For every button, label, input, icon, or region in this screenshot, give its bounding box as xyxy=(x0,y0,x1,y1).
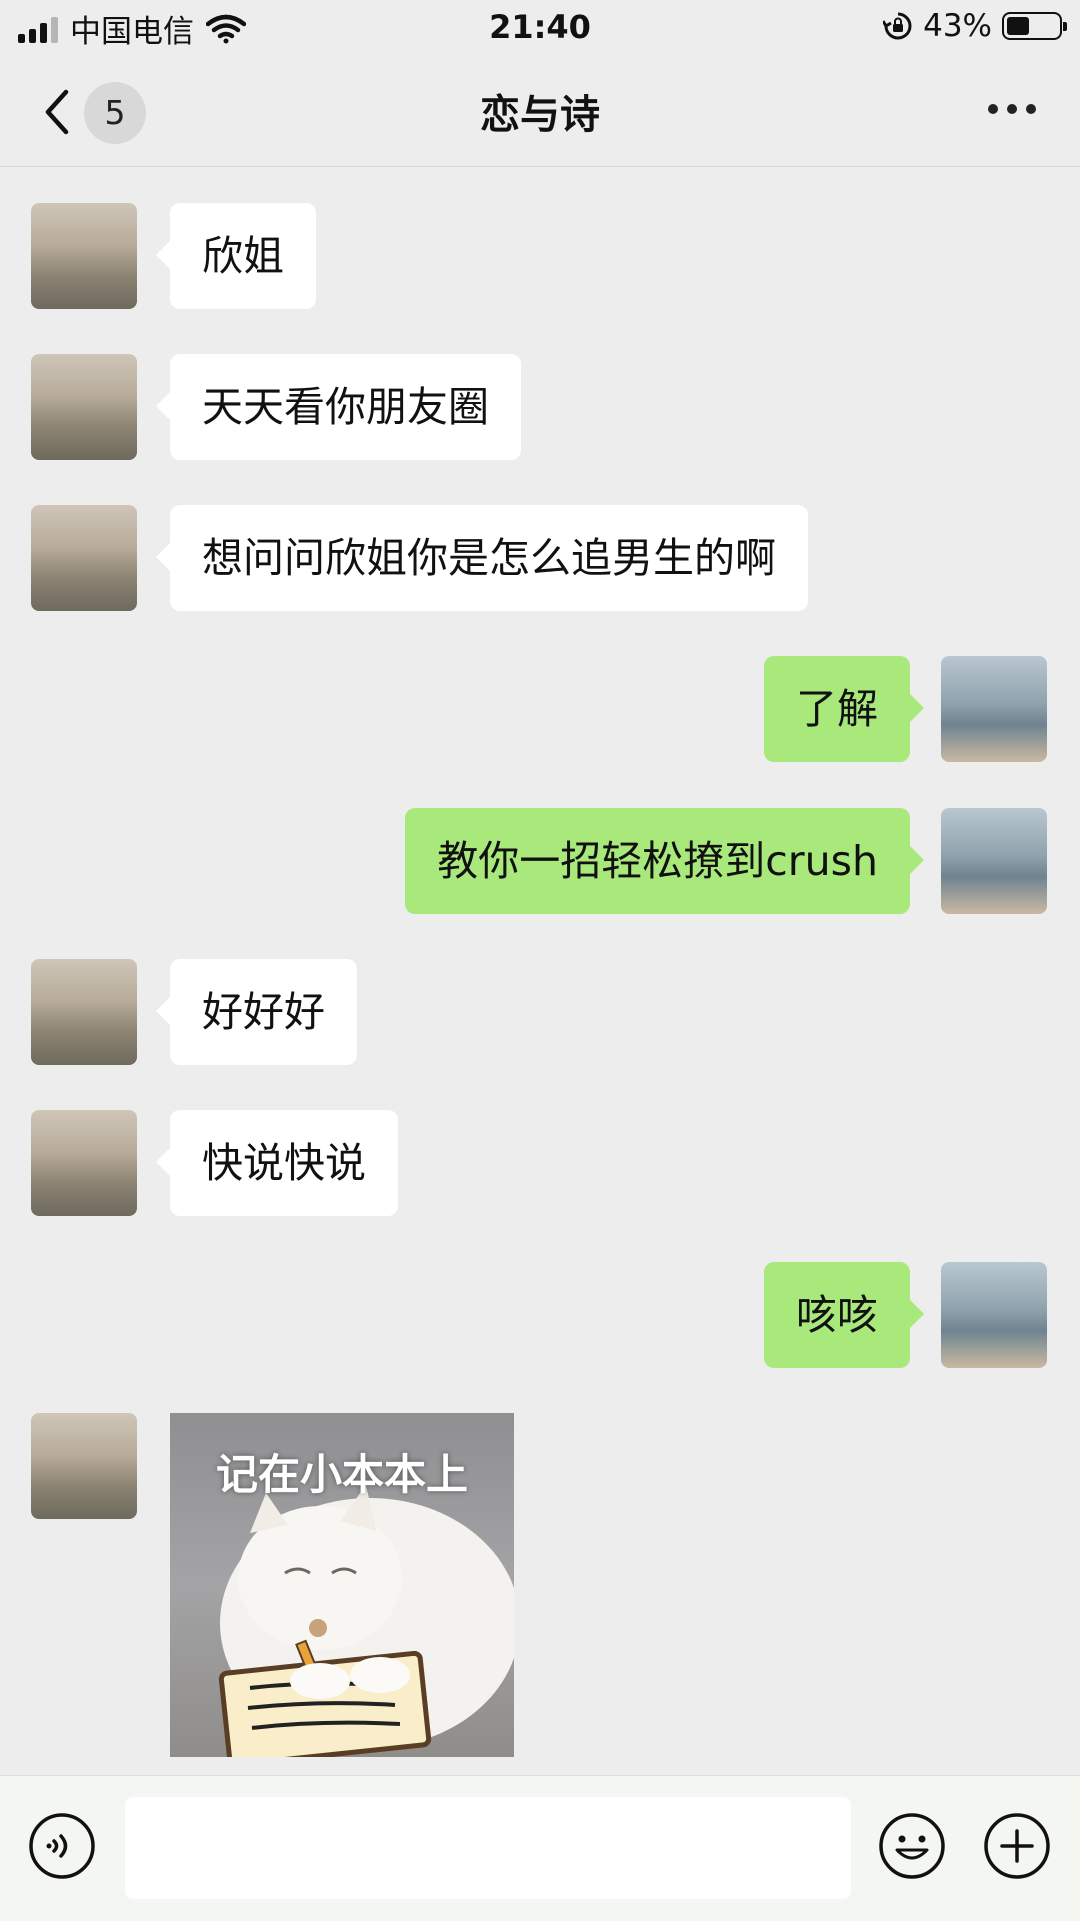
my-avatar[interactable] xyxy=(941,1262,1047,1368)
contact-avatar[interactable] xyxy=(31,203,137,309)
rotation-lock-icon xyxy=(883,12,912,40)
status-bar: 中国电信 21:40 43% xyxy=(0,0,1080,58)
sticker-message[interactable]: 记在小本本上 xyxy=(170,1413,514,1757)
chat-title: 恋与诗 xyxy=(480,92,600,138)
outgoing-message[interactable]: 教你一招轻松撩到crush xyxy=(405,808,924,914)
nav-bar: 5 恋与诗 xyxy=(0,58,1080,167)
battery-icon xyxy=(1002,12,1067,40)
battery-level xyxy=(1007,17,1029,35)
contact-avatar[interactable] xyxy=(31,505,137,611)
outgoing-message[interactable]: 咳咳 xyxy=(764,1262,924,1368)
my-avatar[interactable] xyxy=(941,656,1047,762)
input-bar xyxy=(0,1775,1080,1921)
contact-avatar[interactable] xyxy=(31,1413,137,1519)
contact-avatar[interactable] xyxy=(31,354,137,460)
plus-icon[interactable] xyxy=(983,1812,1051,1880)
sticker-caption: 记在小本本上 xyxy=(215,1450,468,1499)
incoming-message[interactable]: 好好好 xyxy=(156,959,357,1065)
contact-avatar[interactable] xyxy=(31,1110,137,1216)
status-right: 43% xyxy=(883,8,1067,44)
my-avatar[interactable] xyxy=(941,808,1047,914)
battery-percent: 43% xyxy=(923,8,992,44)
emoji-icon[interactable] xyxy=(878,1812,946,1880)
message-input[interactable] xyxy=(125,1797,851,1899)
incoming-message[interactable]: 想问问欣姐你是怎么追男生的啊 xyxy=(156,505,808,611)
incoming-message[interactable]: 天天看你朋友圈 xyxy=(156,354,521,460)
incoming-message[interactable]: 欣姐 xyxy=(156,203,316,309)
incoming-message[interactable]: 快说快说 xyxy=(156,1110,398,1216)
more-dots-icon[interactable] xyxy=(988,104,1036,114)
outgoing-message[interactable]: 了解 xyxy=(764,656,924,762)
voice-icon[interactable] xyxy=(28,1812,96,1880)
contact-avatar[interactable] xyxy=(31,959,137,1065)
